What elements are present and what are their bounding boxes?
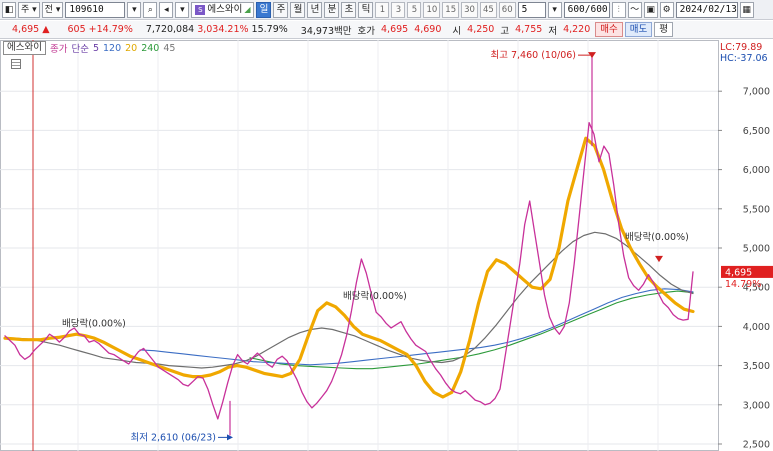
ex-dividend-label: 배당락(0.00%) [62,317,126,329]
interval-1[interactable]: 1 [375,1,390,18]
interval-15[interactable]: 15 [442,1,460,18]
dropdown-icon[interactable]: ▾ [175,1,190,18]
search-icon[interactable]: ⌕ [143,1,158,18]
plot-frame [0,40,719,451]
calendar-icon[interactable]: ▦ [739,1,754,18]
interval-30[interactable]: 30 [461,1,478,18]
eval-button[interactable]: 평 [654,22,673,37]
low-annotation: 최저 2,610 (06/23) [130,432,216,443]
y-tick-label: 3,000 [743,400,770,411]
high-label: 고 [500,25,510,37]
flag-icon: ◢ [244,4,251,14]
price-chart[interactable]: 2,500 3,000 3,500 4,000 4,500 5,000 5,500 6,000… [0,40,773,451]
count-input[interactable]: 600/600 [563,1,610,18]
interval-input[interactable]: 5 [517,1,546,18]
y-tick-label: 6,000 [743,165,770,176]
type-select[interactable]: 주 ▾ [18,1,40,18]
lc-label: LC:79.89 [720,42,762,53]
legend-ma45: 45 [163,42,176,54]
market-select-value: 전 [44,4,53,15]
indicator-setting-icon[interactable] [11,59,21,69]
legend-stock-name: 에스와이 [3,41,46,55]
legend-ma-type: 단순 [71,44,89,55]
gear-icon[interactable]: ⚙ [659,1,674,18]
open-label: 시 [452,25,462,37]
ask-price: 4,695 [381,24,409,35]
stock-name: 에스와이 [207,3,243,15]
market-select[interactable]: 전 ▾ [41,1,64,18]
open-price: 4,250 [467,24,495,35]
chart-canvas: 2,5003,0003,5004,0004,5005,0005,5006,000… [0,40,773,451]
stock-name-field[interactable]: S 에스와이 ◢ [191,1,255,18]
y-tick-label: 5,500 [743,204,770,215]
volume-pct: 3,034.21% [197,24,249,35]
interval-60[interactable]: 60 [498,1,516,18]
series-price-line [4,121,694,420]
ask-label: 호가 [357,25,375,37]
period-minute[interactable]: 분 [324,1,340,18]
date-input[interactable]: 2024/02/13 [675,1,738,18]
save-icon[interactable]: ▣ [643,1,658,18]
y-tick-label: 5,000 [743,244,770,255]
quote-bar: 4,695 ▲ 605 +14.79% 7,720,084 3,034.21% … [0,21,773,39]
high-annotation: 최고 7,460 (10/06) [490,50,576,61]
code-dropdown-icon[interactable]: ▾ [127,1,142,18]
trade-amount: 34,973백만 [300,25,352,37]
y-tick-label: 2,500 [743,440,770,451]
low-label: 저 [548,25,558,37]
current-price-label: 4,695 [725,267,752,278]
period-day[interactable]: 일 [256,1,272,18]
period-tick[interactable]: 틱 [358,1,374,18]
y-tick-label: 4,000 [743,322,770,333]
y-tick-label: 6,500 [743,126,770,137]
interval-5[interactable]: 5 [407,1,422,18]
stock-mark-icon: S [195,4,206,15]
sell-button[interactable]: 매도 [624,22,653,37]
period-week[interactable]: 주 [273,1,289,18]
chart-toolbar: ◧ 주 ▾ 전 ▾ 109610 ▾ ⌕ ◂ ▾ S 에스와이 ◢ 일 주 월 년 … [0,0,773,20]
low-price: 4,220 [563,24,591,35]
price-change-pct: +14.79% [88,24,133,35]
sound-icon[interactable]: ◂ [159,1,174,18]
candle-icon[interactable]: ⫶ [611,1,626,18]
legend-ma240: 240 [141,42,160,54]
ex-dividend-label: 배당락(0.00%) [625,231,689,243]
code-input[interactable]: 109610 [65,1,126,18]
period-year[interactable]: 년 [307,1,323,18]
legend-close-price: 종가 [49,44,68,55]
chart-layout-icon[interactable]: ◧ [2,1,16,18]
price-change: 605 [67,24,86,35]
period-second[interactable]: 초 [341,1,357,18]
ex-dividend-label: 배당락(0.00%) [343,290,407,302]
line-chart-icon[interactable]: 〜 [627,1,642,18]
interval-10[interactable]: 10 [423,1,441,18]
bid-price: 4,690 [414,24,442,35]
current-price: 4,695 [12,24,40,35]
high-price: 4,755 [515,24,543,35]
chart-legend: 에스와이 종가 단순 5 120 20 240 45 [3,41,175,55]
period-month[interactable]: 월 [290,1,306,18]
legend-ma120: 120 [102,42,122,54]
type-select-value: 주 [21,4,30,15]
interval-dropdown-icon[interactable]: ▾ [547,1,562,18]
current-price-pct: 14.79% [725,279,761,290]
turnover-pct: 15.79% [251,24,288,35]
buy-button[interactable]: 매수 [595,22,623,37]
volume: 7,720,084 [145,24,195,35]
interval-3[interactable]: 3 [391,1,406,18]
hc-label: HC:-37.06 [720,53,768,64]
legend-ma5: 5 [92,42,99,54]
ex-dividend-marker-icon [655,255,663,263]
y-tick-label: 3,500 [743,361,770,372]
up-arrow-icon: ▲ [42,24,50,35]
legend-ma20: 20 [125,42,138,54]
y-tick-label: 7,000 [743,87,770,98]
interval-45[interactable]: 45 [479,1,497,18]
